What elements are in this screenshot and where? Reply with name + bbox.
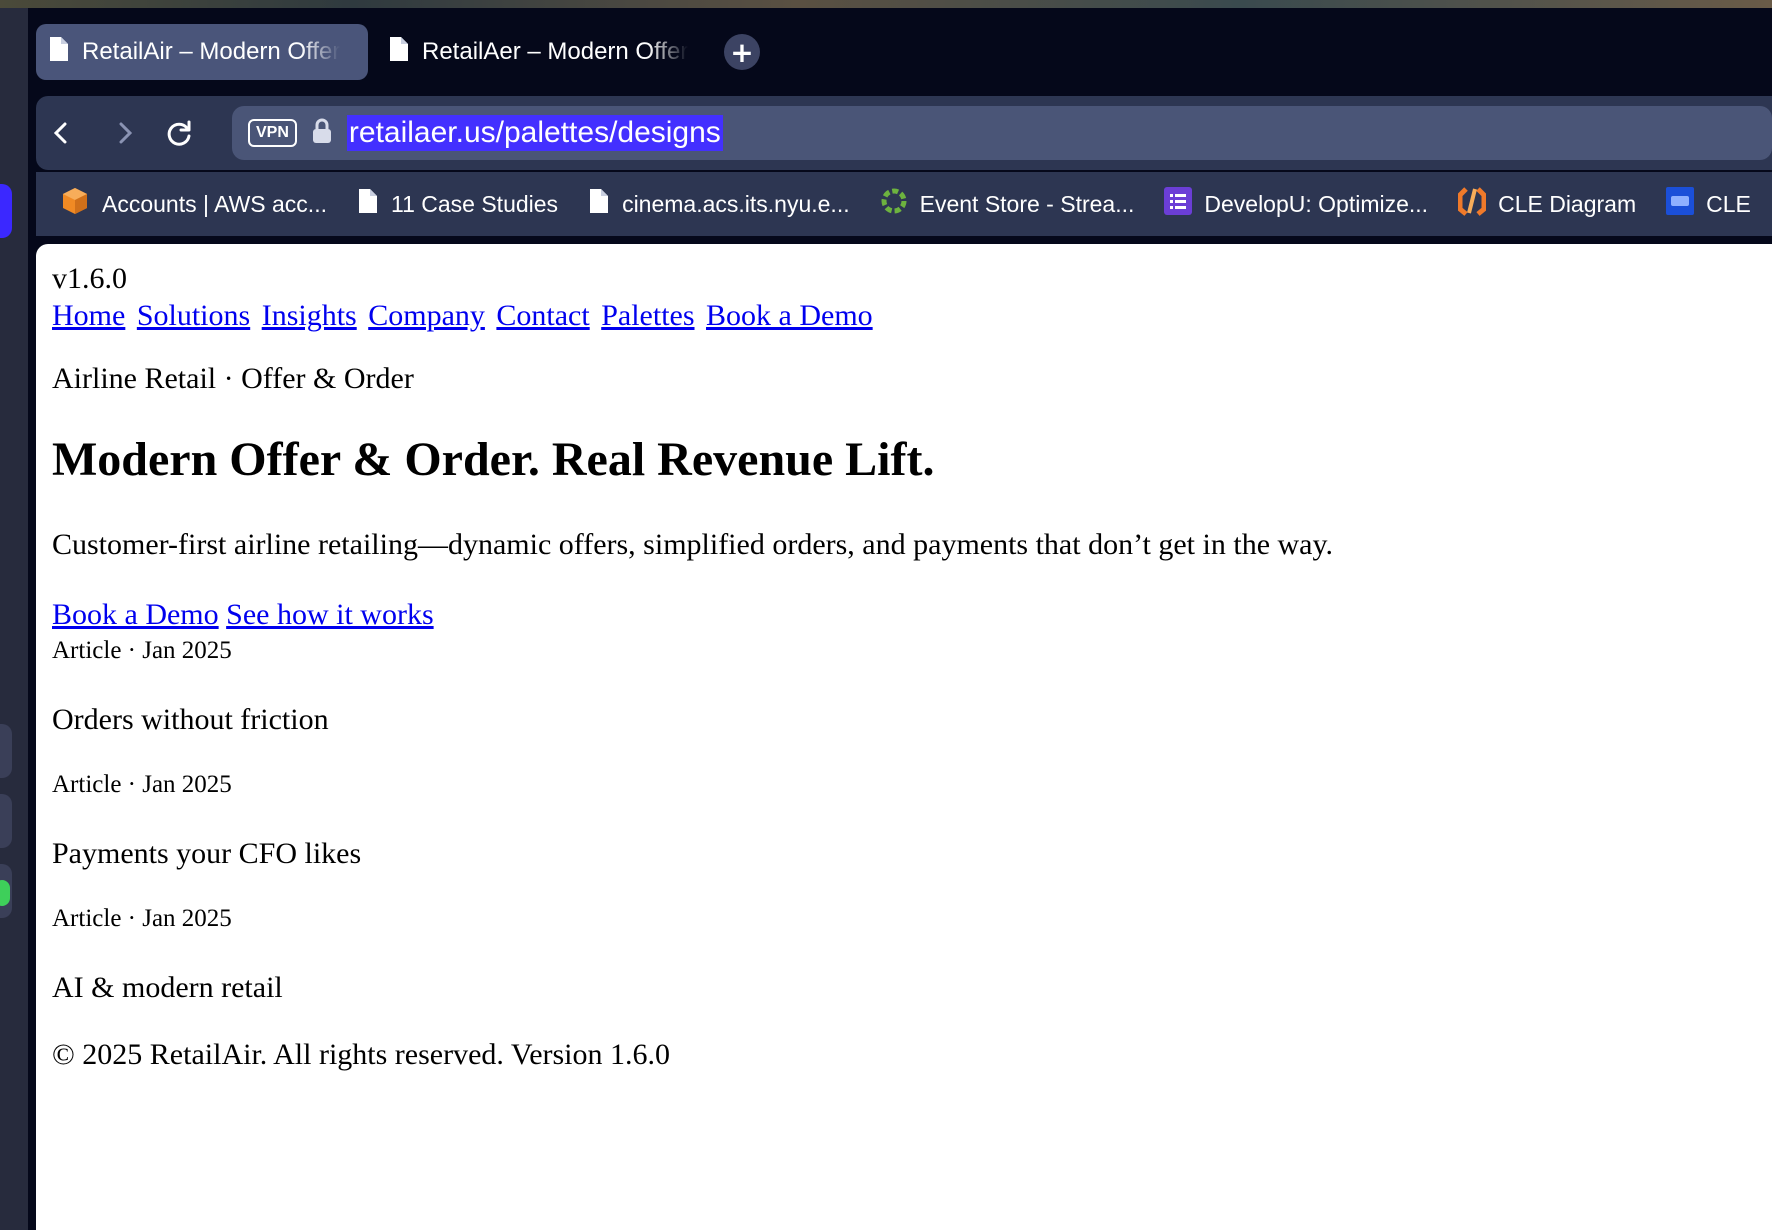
tab-strip: RetailAir – Modern Offer RetailAer – Mod…	[36, 24, 760, 80]
nav-link-palettes[interactable]: Palettes	[601, 299, 694, 332]
reload-button[interactable]	[160, 114, 198, 152]
cpp-icon	[1666, 187, 1695, 221]
hero-headline: Modern Offer & Order. Real Revenue Lift.	[52, 433, 935, 486]
bookmarks-bar: Accounts | AWS acc... 11 Case Studies ci…	[36, 172, 1772, 236]
status-dot	[0, 880, 10, 906]
lock-icon[interactable]	[311, 117, 333, 149]
article-card: Article · Jan 2025 Orders without fricti…	[52, 634, 1652, 738]
bookmark-label: 11 Case Studies	[390, 190, 559, 217]
bookmark-label: DevelopU: Optimize...	[1204, 190, 1429, 217]
tab-retailaer[interactable]: RetailAer – Modern Offer	[376, 24, 716, 80]
aws-cube-icon	[60, 186, 90, 222]
bookmark-label: CLE Diagram	[1498, 190, 1637, 217]
nav-link-company[interactable]: Company	[368, 299, 485, 332]
list-icon	[1164, 187, 1193, 221]
nav-link-solutions[interactable]: Solutions	[137, 299, 250, 332]
bookmark-aws[interactable]: Accounts | AWS acc...	[60, 186, 327, 222]
article-meta: Article · Jan 2025	[52, 905, 232, 932]
see-how-it-works-link[interactable]: See how it works	[226, 598, 433, 631]
bookmark-label: CLE	[1706, 190, 1751, 217]
chevron-right-icon	[119, 122, 133, 144]
vpn-badge[interactable]: VPN	[248, 119, 297, 147]
article-title: AI & modern retail	[52, 971, 283, 1004]
forward-button[interactable]	[106, 114, 144, 152]
article-meta: Article · Jan 2025	[52, 771, 232, 798]
hero-cta-group: Book a Demo See how it works	[52, 596, 1652, 634]
address-bar[interactable]: VPN retailaer.us/palettes/designs	[232, 106, 1772, 160]
sidebar-rail	[0, 8, 28, 1230]
nav-link-home[interactable]: Home	[52, 299, 125, 332]
chevron-left-icon	[53, 122, 67, 144]
url-text[interactable]: retailaer.us/palettes/designs	[346, 115, 723, 151]
cle-diagram-icon	[1457, 186, 1487, 222]
bookmark-developu[interactable]: DevelopU: Optimize...	[1164, 187, 1428, 221]
bookmark-cinema[interactable]: cinema.acs.its.nyu.e...	[588, 188, 850, 220]
page-viewport: v1.6.0 Home Solutions Insights Company C…	[36, 244, 1772, 1230]
hero-subtitle: Customer-first airline retailing—dynamic…	[52, 528, 1334, 561]
article-card: Article · Jan 2025 AI & modern retail	[52, 902, 1652, 1006]
document-icon	[48, 36, 70, 69]
article-card: Article · Jan 2025 Payments your CFO lik…	[52, 768, 1652, 872]
nav-link-insights[interactable]: Insights	[262, 299, 357, 332]
nav-link-book-demo[interactable]: Book a Demo	[706, 299, 873, 332]
desktop-wallpaper-strip	[0, 0, 1772, 8]
sidebar-pill[interactable]	[0, 794, 12, 848]
bookmark-label: Event Store - Strea...	[919, 190, 1135, 217]
site-footer: © 2025 RetailAir. All rights reserved. V…	[52, 1038, 671, 1071]
tab-title: RetailAer – Modern Offer	[422, 38, 689, 65]
tab-retailair[interactable]: RetailAir – Modern Offer	[36, 24, 368, 80]
reload-icon	[167, 120, 191, 146]
document-icon	[388, 36, 410, 69]
eventstore-ring-icon	[880, 187, 908, 221]
book-demo-link[interactable]: Book a Demo	[52, 598, 219, 631]
tab-title: RetailAir – Modern Offer	[82, 38, 341, 65]
nav-link-contact[interactable]: Contact	[496, 299, 589, 332]
document-icon	[357, 188, 379, 220]
page-content: v1.6.0 Home Solutions Insights Company C…	[52, 262, 1652, 1072]
bookmark-case-studies[interactable]: 11 Case Studies	[357, 188, 558, 220]
article-title: Payments your CFO likes	[52, 837, 362, 870]
document-icon	[588, 188, 610, 220]
version-label: v1.6.0	[52, 262, 127, 295]
bookmark-label: Accounts | AWS acc...	[102, 190, 327, 217]
article-title: Orders without friction	[52, 703, 329, 736]
hero-eyebrow: Airline Retail · Offer & Order	[52, 362, 414, 395]
new-tab-button[interactable]: +	[724, 34, 760, 70]
sidebar-active-indicator[interactable]	[0, 184, 12, 238]
bookmark-event-store[interactable]: Event Store - Strea...	[880, 187, 1135, 221]
browser-toolbar: VPN retailaer.us/palettes/designs	[36, 96, 1772, 170]
bookmark-cle[interactable]: CLE	[1666, 187, 1751, 221]
sidebar-pill[interactable]	[0, 724, 12, 778]
site-nav: Home Solutions Insights Company Contact …	[52, 296, 1652, 336]
back-button[interactable]	[42, 114, 80, 152]
bookmark-label: cinema.acs.its.nyu.e...	[622, 190, 850, 217]
bookmark-cle-diagram[interactable]: CLE Diagram	[1457, 186, 1637, 222]
article-meta: Article · Jan 2025	[52, 637, 232, 664]
